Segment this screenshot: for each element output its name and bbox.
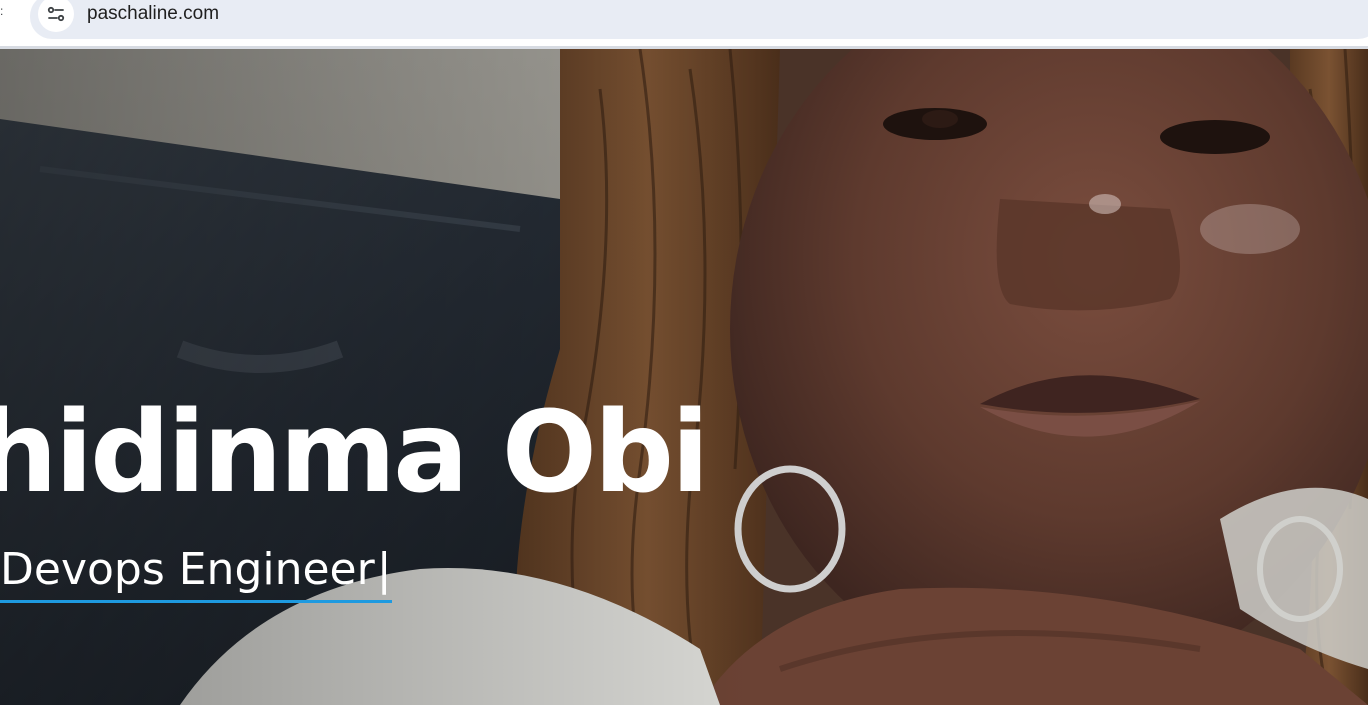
browser-toolbar: : paschaline.com — [0, 0, 1368, 49]
hero-role-text: Devops Engineer — [0, 544, 375, 595]
hero-portrait-image — [0, 49, 1368, 705]
tune-icon — [47, 6, 65, 22]
url-text[interactable]: paschaline.com — [87, 3, 219, 25]
hero-section: hidinma Obi Devops Engineer| — [0, 49, 1368, 705]
typing-cursor: | — [376, 544, 392, 595]
hero-role-typewriter: Devops Engineer| — [0, 542, 392, 603]
address-bar[interactable] — [30, 0, 1368, 39]
cropped-icon: : — [0, 4, 4, 18]
hero-name-heading: hidinma Obi — [0, 388, 709, 518]
